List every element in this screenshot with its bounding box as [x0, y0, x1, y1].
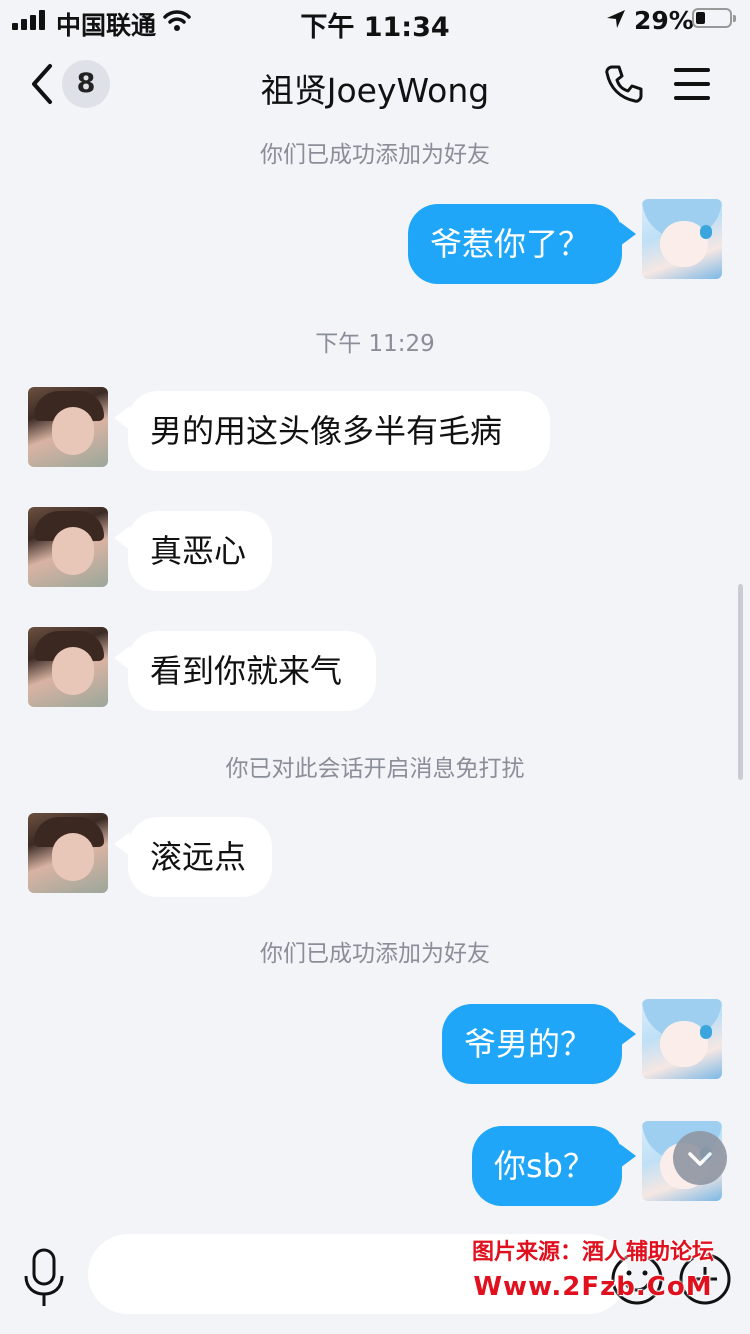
message-bubble-received[interactable]: 男的用这头像多半有毛病: [128, 391, 550, 471]
watermark-line-1: 图片来源：酒人辅助论坛: [471, 1240, 714, 1265]
watermark-line-2: Www.2Fzb.CoM: [473, 1272, 713, 1302]
watermark: 图片来源：酒人辅助论坛 Www.2Fzb.CoM: [440, 1236, 746, 1304]
battery-icon: [692, 8, 736, 28]
message-bubble-received[interactable]: 滚远点: [128, 817, 272, 897]
menu-icon[interactable]: [674, 68, 712, 100]
system-message: 你们已成功添加为好友: [260, 941, 490, 967]
scroll-to-bottom-button[interactable]: [673, 1131, 727, 1185]
microphone-icon[interactable]: [22, 1248, 66, 1308]
chevron-down-icon: [688, 1152, 712, 1166]
system-message: 你们已成功添加为好友: [260, 142, 490, 168]
message-bubble-received[interactable]: 真恶心: [128, 511, 272, 591]
chevron-left-icon[interactable]: [28, 62, 58, 106]
battery-percent: 29%: [634, 6, 694, 35]
chat-title: 祖贤JoeyWong: [260, 71, 490, 110]
avatar-self[interactable]: [642, 999, 722, 1079]
avatar-contact[interactable]: [28, 813, 108, 893]
timestamp: 下午 11:29: [315, 331, 435, 357]
message-bubble-sent[interactable]: 爷男的？: [442, 1004, 622, 1084]
avatar-contact[interactable]: [28, 627, 108, 707]
avatar-contact[interactable]: [28, 387, 108, 467]
scrollbar[interactable]: [738, 584, 743, 780]
message-bubble-sent[interactable]: 爷惹你了？: [408, 204, 622, 284]
unread-count-badge[interactable]: 8: [62, 60, 110, 108]
system-message: 你已对此会话开启消息免打扰: [225, 756, 525, 782]
chat-header: 8 祖贤JoeyWong: [0, 44, 750, 128]
message-bubble-sent[interactable]: 你sb？: [472, 1126, 622, 1206]
location-arrow-icon: [607, 10, 625, 28]
message-bubble-received[interactable]: 看到你就来气: [128, 631, 376, 711]
avatar-self[interactable]: [642, 199, 722, 279]
status-bar: 中国联通 下午 11:34 29%: [0, 0, 750, 44]
avatar-contact[interactable]: [28, 507, 108, 587]
phone-icon[interactable]: [602, 62, 646, 106]
